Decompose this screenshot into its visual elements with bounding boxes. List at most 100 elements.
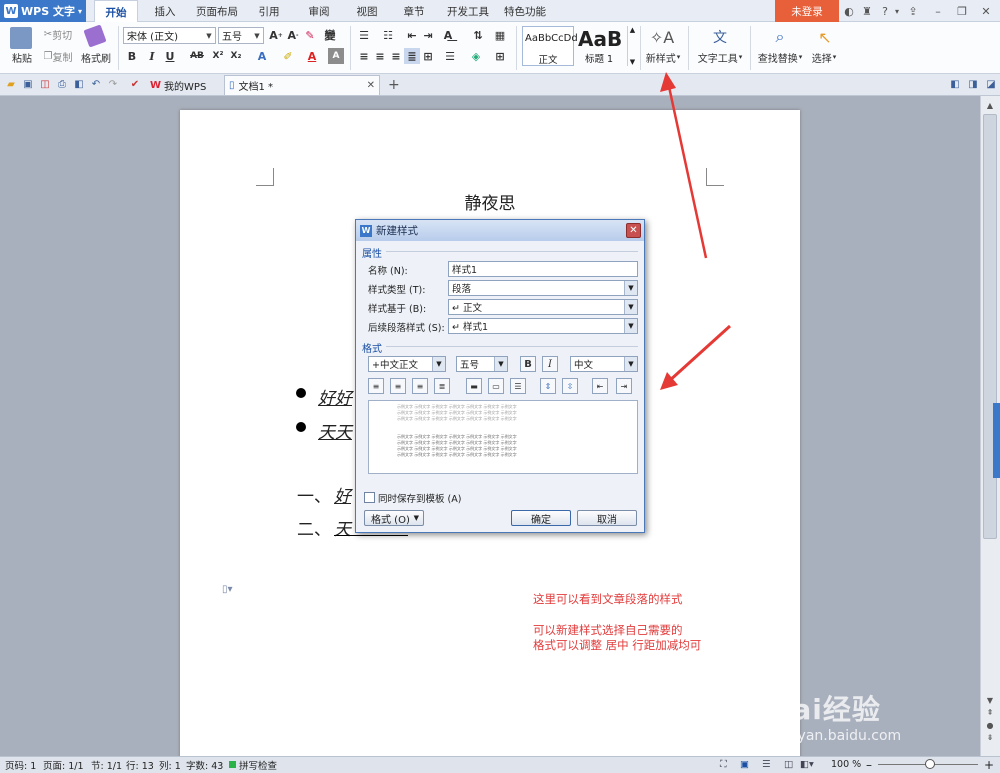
zoom-out-icon[interactable]: – xyxy=(866,758,872,772)
one-half-spacing-icon[interactable]: ▭ xyxy=(488,378,504,394)
text-direction-icon[interactable]: A͟ xyxy=(440,27,456,43)
new-style-icon[interactable]: ✧A xyxy=(650,26,674,48)
paste-button[interactable]: 粘贴 xyxy=(5,51,39,65)
zoom-in-icon[interactable]: + xyxy=(984,758,994,772)
print-preview-icon[interactable]: ◧ xyxy=(72,77,86,91)
increase-indent-icon[interactable]: ⇥ xyxy=(420,27,436,43)
dialog-titlebar[interactable]: W 新建样式 xyxy=(356,220,644,241)
scroll-down-icon[interactable]: ▼ xyxy=(987,696,993,705)
align-right-icon[interactable]: ≡ xyxy=(412,378,428,394)
language-select[interactable]: 中文 ▼ xyxy=(570,356,638,372)
tab-document[interactable]: ▯ 文档1 * ✕ xyxy=(224,75,380,95)
view-option-icon[interactable]: ◧ xyxy=(948,77,962,91)
highlight-icon[interactable]: ✐ xyxy=(280,48,296,64)
italic-icon[interactable]: I xyxy=(144,48,160,64)
new-tab-button[interactable]: + xyxy=(384,75,400,95)
decrease-indent-icon[interactable]: ⇤ xyxy=(404,27,420,43)
align-left-icon[interactable]: ≡ xyxy=(368,378,384,394)
prev-page-icon[interactable]: ⇞ xyxy=(987,708,994,717)
text-effect-icon[interactable]: A xyxy=(254,48,270,64)
cancel-button[interactable]: 取消 xyxy=(577,510,637,526)
upload-icon[interactable]: ⇪ xyxy=(905,3,921,19)
web-view-icon[interactable]: ◫ xyxy=(784,758,793,771)
tab-review[interactable]: 审阅 xyxy=(302,0,336,22)
find-replace-icon[interactable]: ⌕ xyxy=(768,26,792,48)
text-tools-icon[interactable]: 文 xyxy=(708,26,732,48)
side-panel-toggle[interactable] xyxy=(993,403,1000,478)
login-button[interactable]: 未登录 xyxy=(775,0,839,22)
font-color-icon[interactable]: A xyxy=(304,48,320,64)
increase-indent-icon[interactable]: ⇥ xyxy=(616,378,632,394)
bold-icon[interactable]: B xyxy=(124,48,140,64)
align-center-icon[interactable]: ≡ xyxy=(390,378,406,394)
align-center-icon[interactable]: ≡ xyxy=(372,48,388,64)
tab-developer[interactable]: 开发工具 xyxy=(443,0,493,22)
customize-icon[interactable]: ✔ xyxy=(128,77,142,91)
paste-options-icon[interactable]: ▯▾ xyxy=(222,584,233,595)
scroll-up-icon[interactable]: ▲ xyxy=(982,98,998,112)
spell-check-toggle[interactable]: 拼写检查 xyxy=(229,758,277,772)
strikethrough-icon[interactable]: AB xyxy=(186,48,208,64)
table-border-icon[interactable]: ▦ xyxy=(492,27,508,43)
justify-icon[interactable]: ≣ xyxy=(434,378,450,394)
select-browse-icon[interactable]: ● xyxy=(987,721,994,730)
app-menu-button[interactable]: W WPS 文字 ▾ xyxy=(0,0,86,22)
open-folder-icon[interactable]: ▰ xyxy=(4,77,18,91)
shading-icon[interactable]: ◈ xyxy=(468,48,484,64)
select-button[interactable]: 选择 ▾ xyxy=(808,51,840,65)
align-left-icon[interactable]: ≡ xyxy=(356,48,372,64)
style-normal[interactable]: AaBbCcDd 正文 xyxy=(522,26,578,66)
style-heading1[interactable]: AaB 标题 1 xyxy=(576,26,626,66)
based-on-select[interactable]: ↵ 正文 ▼ xyxy=(448,299,638,315)
undo-icon[interactable]: ↶ xyxy=(89,77,103,91)
justify-icon[interactable]: ≣ xyxy=(404,48,420,64)
ok-button[interactable]: 确定 xyxy=(511,510,571,526)
decrease-indent-icon[interactable]: ⇤ xyxy=(592,378,608,394)
format-painter-button[interactable]: 格式刷 xyxy=(78,51,114,65)
outline-view-icon[interactable]: ☰ xyxy=(762,758,771,771)
clear-format-icon[interactable]: ✎ xyxy=(302,27,318,43)
next-page-icon[interactable]: ⇟ xyxy=(987,733,994,742)
tab-special[interactable]: 特色功能 xyxy=(500,0,550,22)
view-option-icon[interactable]: ◨ xyxy=(966,77,980,91)
char-shading-icon[interactable]: A xyxy=(328,48,344,64)
borders-icon[interactable]: ⊞ xyxy=(492,48,508,64)
close-tab-icon[interactable]: ✕ xyxy=(367,80,375,91)
minimize-icon[interactable]: – xyxy=(930,3,946,19)
select-cursor-icon[interactable]: ↖ xyxy=(815,26,835,48)
double-spacing-icon[interactable]: ☰ xyxy=(510,378,526,394)
tab-chapter[interactable]: 章节 xyxy=(397,0,431,22)
next-style-select[interactable]: ↵ 样式1 ▼ xyxy=(448,318,638,334)
shirt-icon[interactable]: ♜ xyxy=(859,3,875,19)
styles-scroll[interactable]: ▲ ▼ xyxy=(627,26,637,66)
page-view-icon[interactable]: ▣ xyxy=(740,758,749,771)
font-name-select[interactable]: 宋体 (正文) ▼ xyxy=(123,27,216,44)
view-option-icon[interactable]: ◪ xyxy=(984,77,998,91)
zoom-slider-thumb[interactable] xyxy=(925,759,935,769)
page-nav-buttons[interactable]: ▼ ⇞ ● ⇟ xyxy=(982,694,998,744)
bullet-list-icon[interactable]: ☰ xyxy=(356,27,372,43)
style-name-input[interactable]: 样式1 xyxy=(448,261,638,277)
copy-button[interactable]: ❐ 复制 xyxy=(40,49,76,64)
underline-icon[interactable]: U xyxy=(162,48,178,64)
chevron-down-icon[interactable]: ▾ xyxy=(889,3,905,19)
close-icon[interactable]: ✕ xyxy=(978,3,994,19)
redo-icon[interactable]: ↷ xyxy=(106,77,120,91)
tab-my-wps[interactable]: W 我的WPS xyxy=(146,75,222,95)
numbered-list-icon[interactable]: ☷ xyxy=(380,27,396,43)
pinyin-icon[interactable]: 變 xyxy=(322,27,338,43)
subscript-icon[interactable]: X₂ xyxy=(228,48,244,64)
print-icon[interactable]: ⎙ xyxy=(55,77,69,91)
cut-button[interactable]: ✂ 剪切 xyxy=(40,27,76,42)
font-size-select[interactable]: 五号 ▼ xyxy=(218,27,264,44)
zoom-level[interactable]: 100 % xyxy=(831,758,861,771)
font-select[interactable]: +中文正文 ▼ xyxy=(368,356,446,372)
size-select[interactable]: 五号 ▼ xyxy=(456,356,508,372)
skin-icon[interactable]: ◐ xyxy=(841,3,857,19)
bold-toggle[interactable]: B xyxy=(520,356,536,372)
format-menu-button[interactable]: 格式 (O) ▼ xyxy=(364,510,424,526)
tab-references[interactable]: 引用 xyxy=(252,0,286,22)
line-spacing-icon[interactable]: ☰ xyxy=(442,48,458,64)
sort-icon[interactable]: ⇅ xyxy=(470,27,486,43)
save-icon[interactable]: ▣ xyxy=(21,77,35,91)
